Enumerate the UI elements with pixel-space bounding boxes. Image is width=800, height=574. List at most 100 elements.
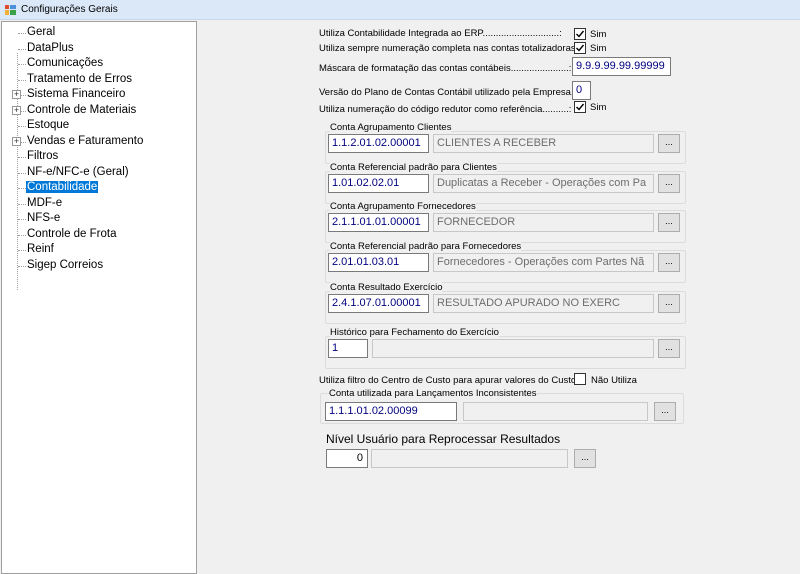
account-desc-input: CLIENTES A RECEBER: [433, 134, 654, 153]
tree-connector: [18, 64, 26, 65]
numeracao-label: Utiliza sempre numeração completa nas co…: [319, 43, 579, 54]
check-icon: [576, 44, 585, 52]
tree-item[interactable]: Estoque: [26, 118, 70, 133]
tree-item[interactable]: NF-e/NFC-e (Geral): [26, 165, 130, 180]
tree-connector: [18, 33, 26, 34]
tree-item-label: Controle de Frota: [27, 227, 117, 240]
mascara-input[interactable]: 9.9.9.99.99.99999: [572, 57, 671, 76]
tree-item[interactable]: MDF-e: [26, 196, 63, 211]
account-group-title: Conta Referencial padrão para Clientes: [330, 162, 497, 173]
tree-item-label: NFS-e: [27, 212, 61, 224]
account-code-input[interactable]: 1.01.02.02.01: [328, 174, 429, 193]
tree-item[interactable]: Tratamento de Erros: [26, 72, 133, 87]
filtro-checkbox[interactable]: [574, 373, 586, 385]
filtro-label: Utiliza filtro do Centro de Custo para a…: [319, 375, 579, 386]
account-code-input[interactable]: 1: [328, 339, 368, 358]
app-icon: [5, 5, 16, 15]
tree-item[interactable]: Controle de Frota: [26, 227, 118, 242]
account-browse-button[interactable]: ...: [658, 134, 680, 153]
tree-item-label: NF-e/NFC-e (Geral): [27, 165, 129, 178]
account-desc-input: Duplicatas a Receber - Operações com Pa: [433, 174, 654, 193]
expand-icon[interactable]: +: [12, 136, 21, 146]
tree-item[interactable]: Controle de Materiais: [26, 103, 137, 118]
tree-item-label: Filtros: [27, 150, 59, 162]
account-desc-input: FORNECEDOR: [433, 213, 654, 232]
tree-item-label: Reinf: [27, 243, 54, 255]
tree-connector: [18, 157, 26, 158]
tree-item[interactable]: Sistema Financeiro: [26, 87, 126, 102]
account-browse-button[interactable]: ...: [658, 213, 680, 232]
redutor-checkbox[interactable]: [574, 101, 586, 113]
tree-connector: [18, 48, 26, 50]
account-group-title: Histórico para Fechamento do Exercício: [330, 327, 499, 338]
integrada-value: Sim: [590, 29, 607, 40]
check-icon: [576, 103, 585, 111]
tree-item-label: DataPlus: [27, 41, 74, 54]
account-code-input[interactable]: 2.1.1.01.01.00001: [328, 213, 429, 232]
nivel-desc-input: [371, 449, 568, 468]
account-code-input[interactable]: 2.01.01.03.01: [328, 253, 429, 272]
account-browse-button[interactable]: ...: [658, 174, 680, 193]
nivel-input[interactable]: 0: [326, 449, 368, 468]
account-group-title: Conta Agrupamento Fornecedores: [330, 201, 476, 212]
account-code-input[interactable]: 2.4.1.07.01.00001: [328, 294, 429, 313]
tree-item[interactable]: Reinf: [26, 242, 55, 257]
tree-item-label: MDF-e: [27, 196, 63, 209]
account-group-title: Conta Referencial padrão para Fornecedor…: [330, 241, 522, 252]
inconsistentes-desc-input: [463, 402, 648, 421]
tree-item-label: Vendas e Faturamento: [27, 134, 144, 147]
tree-item[interactable]: Filtros: [26, 149, 59, 164]
tree-item[interactable]: NFS-e: [26, 211, 61, 226]
versao-label: Versão do Plano de Contas Contábil utili…: [319, 87, 577, 98]
account-group-title: Conta Agrupamento Clientes: [330, 122, 452, 133]
tree-item[interactable]: Vendas e Faturamento: [26, 134, 144, 149]
tree-connector: [18, 234, 26, 236]
tree-item-label: Estoque: [27, 119, 70, 131]
nivel-browse-button[interactable]: ...: [574, 449, 596, 468]
tree-connector: [18, 126, 26, 127]
redutor-label: Utiliza numeração do código redutor como…: [319, 104, 572, 115]
tree-item-label: Contabilidade: [26, 181, 99, 193]
tree-item-label: Sigep Correios: [27, 258, 104, 271]
integrada-checkbox[interactable]: [574, 28, 586, 40]
filtro-value: Não Utiliza: [591, 375, 637, 386]
integrada-label: Utiliza Contabilidade Integrada ao ERP..…: [319, 28, 562, 39]
inconsistentes-title: Conta utilizada para Lançamentos Inconsi…: [329, 388, 537, 399]
inconsistentes-code-input[interactable]: 1.1.1.01.02.00099: [325, 402, 457, 421]
tree-item-label: Geral: [27, 26, 56, 38]
tree-connector: [18, 265, 26, 267]
account-desc-input: RESULTADO APURADO NO EXERC: [433, 294, 654, 313]
tree-connector: [18, 188, 26, 189]
versao-input[interactable]: 0: [572, 81, 591, 100]
tree-connector: [18, 219, 26, 220]
account-browse-button[interactable]: ...: [658, 294, 680, 313]
account-desc-input: [372, 339, 654, 358]
tree-item[interactable]: Sigep Correios: [26, 258, 104, 273]
numeracao-value: Sim: [590, 43, 607, 54]
tree-connector: [18, 79, 26, 81]
tree-item-label: Comunicações: [27, 57, 104, 69]
account-browse-button[interactable]: ...: [658, 339, 680, 358]
tree-item[interactable]: Geral: [26, 25, 56, 40]
tree-item[interactable]: Contabilidade: [26, 180, 99, 195]
account-desc-input: Fornecedores - Operações com Partes Nã: [433, 253, 654, 272]
tree-item-label: Tratamento de Erros: [27, 72, 133, 85]
settings-tree[interactable]: Geral DataPlus Comunicações Tratamento de E…: [1, 21, 197, 574]
account-group-title: Conta Resultado Exercício: [330, 282, 443, 293]
tree-connector: [18, 172, 26, 174]
inconsistentes-browse-button[interactable]: ...: [654, 402, 676, 421]
tree-connector: [18, 203, 26, 205]
title-bar: Configurações Gerais: [0, 0, 800, 20]
numeracao-checkbox[interactable]: [574, 42, 586, 54]
tree-item[interactable]: DataPlus: [26, 41, 75, 56]
check-icon: [576, 30, 585, 38]
redutor-value: Sim: [590, 102, 607, 113]
tree-connector: [18, 250, 26, 251]
expand-icon[interactable]: +: [12, 105, 21, 115]
account-code-input[interactable]: 1.1.2.01.02.00001: [328, 134, 429, 153]
mascara-label: Máscara de formatação das contas contábe…: [319, 63, 572, 74]
expand-icon[interactable]: +: [12, 90, 21, 99]
tree-item[interactable]: Comunicações: [26, 56, 104, 71]
account-browse-button[interactable]: ...: [658, 253, 680, 272]
nivel-title: Nível Usuário para Reprocessar Resultado…: [326, 432, 561, 446]
